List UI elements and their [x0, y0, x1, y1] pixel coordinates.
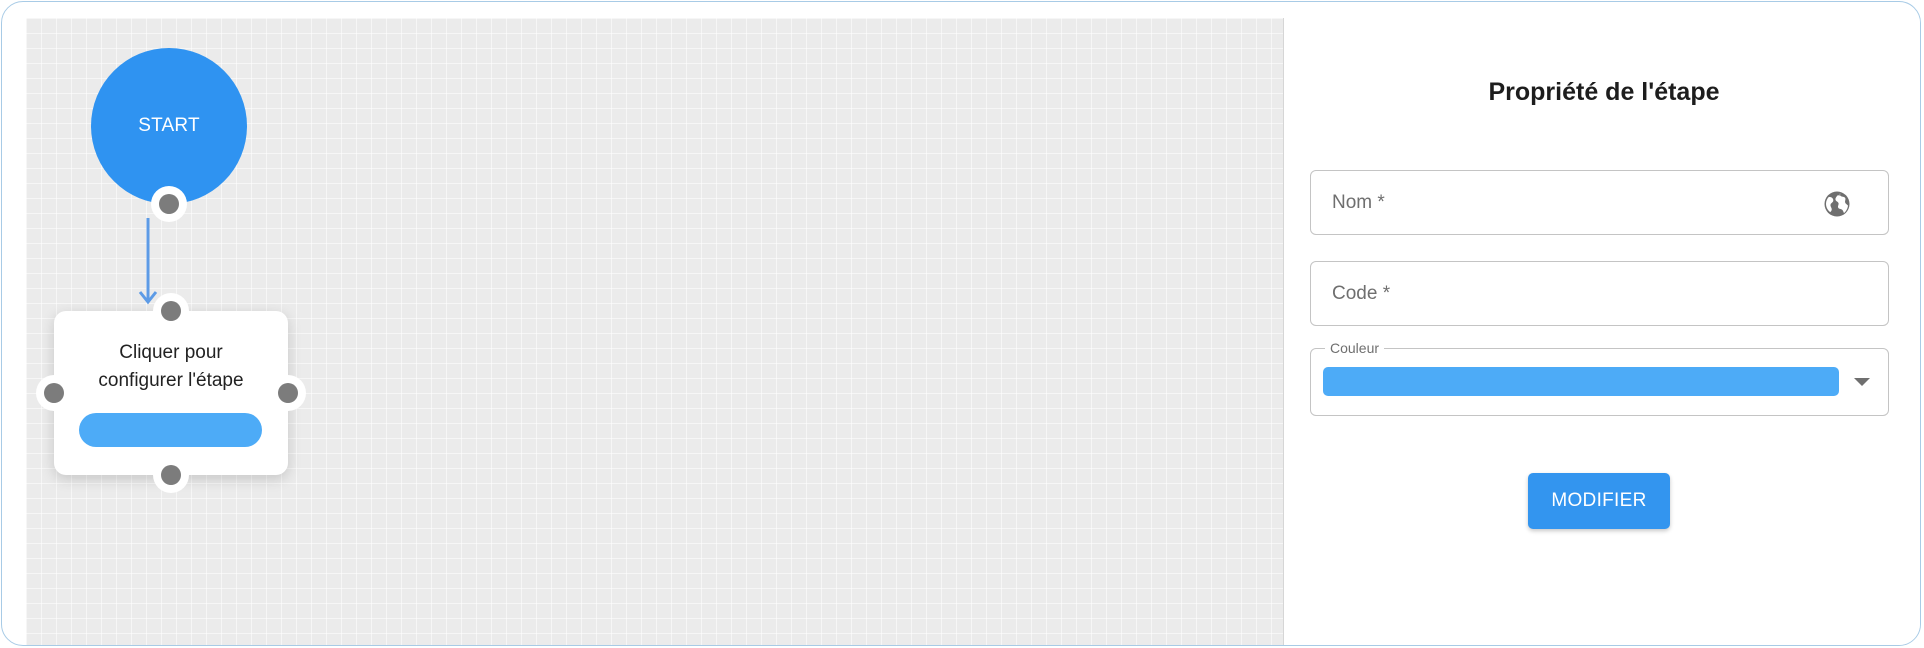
name-input[interactable]	[1311, 171, 1888, 234]
globe-icon[interactable]	[1822, 189, 1852, 219]
step-node-text: Cliquer pour configurer l'étape	[98, 342, 244, 391]
step-node-left-handle[interactable]	[36, 375, 72, 411]
handle-dot	[161, 301, 181, 321]
connector-arrow[interactable]	[136, 218, 160, 310]
step-node-output-handle[interactable]	[153, 457, 189, 493]
handle-dot	[159, 194, 179, 214]
modify-button[interactable]: MODIFIER	[1528, 473, 1670, 529]
step-node-color-bar	[79, 413, 262, 447]
step-node[interactable]: Cliquer pour configurer l'étape	[54, 311, 288, 475]
start-node-output-handle[interactable]	[151, 186, 187, 222]
color-select-label: Couleur	[1325, 340, 1385, 356]
color-select[interactable]: Couleur	[1310, 340, 1889, 416]
handle-dot	[161, 465, 181, 485]
code-input[interactable]	[1311, 262, 1888, 325]
step-node-right-handle[interactable]	[270, 375, 306, 411]
workflow-editor: START Cliquer pour configurer l'étape Pr…	[1, 1, 1921, 646]
step-node-input-handle[interactable]	[153, 293, 189, 329]
start-node-label: START	[138, 115, 200, 136]
panel-title: Propriété de l'étape	[1488, 78, 1720, 106]
step-properties-panel: Propriété de l'étape Nom * Code * Couleu…	[1284, 18, 1920, 645]
start-node[interactable]: START	[91, 48, 247, 204]
handle-dot	[278, 383, 298, 403]
selected-color-swatch[interactable]	[1323, 367, 1839, 396]
code-field[interactable]: Code *	[1310, 261, 1889, 326]
name-field[interactable]: Nom *	[1310, 170, 1889, 235]
workflow-canvas[interactable]: START Cliquer pour configurer l'étape	[26, 18, 1284, 645]
handle-dot	[44, 383, 64, 403]
chevron-down-icon[interactable]	[1854, 378, 1870, 386]
